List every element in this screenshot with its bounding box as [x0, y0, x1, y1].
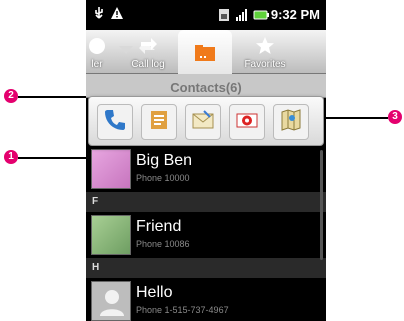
map-icon	[278, 107, 304, 138]
list-item[interactable]: Hello Phone 1-515-737-4967	[86, 278, 326, 321]
list-scrollbar[interactable]	[320, 150, 323, 260]
status-bar: 9:32 PM	[86, 0, 326, 30]
tab-call-log-label: Call log	[131, 59, 165, 70]
battery-icon	[253, 8, 269, 22]
star-icon	[255, 36, 275, 59]
call-icon	[102, 107, 128, 138]
list-item[interactable]: Big Ben Phone 10000	[86, 146, 326, 192]
contact-list[interactable]: Big Ben Phone 10000 F Friend Phone 10086…	[86, 146, 326, 321]
contact-phone: Phone 1-515-737-4967	[136, 305, 229, 315]
contact-name: Hello	[136, 284, 173, 301]
message-icon	[146, 107, 172, 138]
contact-phone: Phone 10000	[136, 173, 190, 183]
email-icon	[190, 107, 216, 138]
tab-contacts[interactable]	[178, 30, 232, 74]
tab-favorites-label: Favorites	[244, 59, 286, 70]
usb-icon	[92, 6, 106, 20]
default-avatar-icon	[100, 290, 124, 316]
section-header: H	[86, 258, 326, 278]
contact-name: Big Ben	[136, 152, 193, 169]
quick-map-button[interactable]	[273, 104, 309, 140]
tab-dialer-label: ler	[91, 59, 103, 70]
callout-3: 3	[388, 110, 402, 124]
signal-icon	[235, 8, 249, 22]
quick-call-button[interactable]	[97, 104, 133, 140]
call-log-icon	[137, 36, 159, 59]
avatar[interactable]	[91, 149, 131, 189]
quick-contact-bar	[88, 96, 324, 146]
gmail-icon	[234, 107, 260, 138]
dialer-icon	[87, 36, 107, 59]
status-time: 9:32 PM	[270, 7, 320, 22]
avatar[interactable]	[91, 281, 131, 321]
list-item[interactable]: Friend Phone 10086	[86, 212, 326, 258]
tab-favorites[interactable]: Favorites	[236, 30, 294, 74]
sim-icon	[217, 8, 231, 22]
quick-gmail-button[interactable]	[229, 104, 265, 140]
phone-screen: 9:32 PM ler Call log Favorites Contacts(…	[86, 0, 326, 321]
quick-message-button[interactable]	[141, 104, 177, 140]
contacts-folder-icon	[194, 44, 216, 65]
quick-contact-pointer	[119, 46, 133, 54]
callout-1: 1	[4, 150, 18, 164]
page-title: Contacts(6)	[170, 80, 242, 95]
callout-2: 2	[4, 89, 18, 103]
contact-phone: Phone 10086	[136, 239, 190, 249]
contact-name: Friend	[136, 218, 182, 235]
section-letter: F	[92, 196, 99, 207]
avatar[interactable]	[91, 215, 131, 255]
warning-icon	[110, 6, 124, 20]
contacts-header: Contacts(6)	[86, 74, 326, 98]
section-letter: H	[92, 262, 100, 273]
section-header: F	[86, 192, 326, 212]
tab-dialer[interactable]: ler	[86, 30, 120, 74]
quick-email-button[interactable]	[185, 104, 221, 140]
